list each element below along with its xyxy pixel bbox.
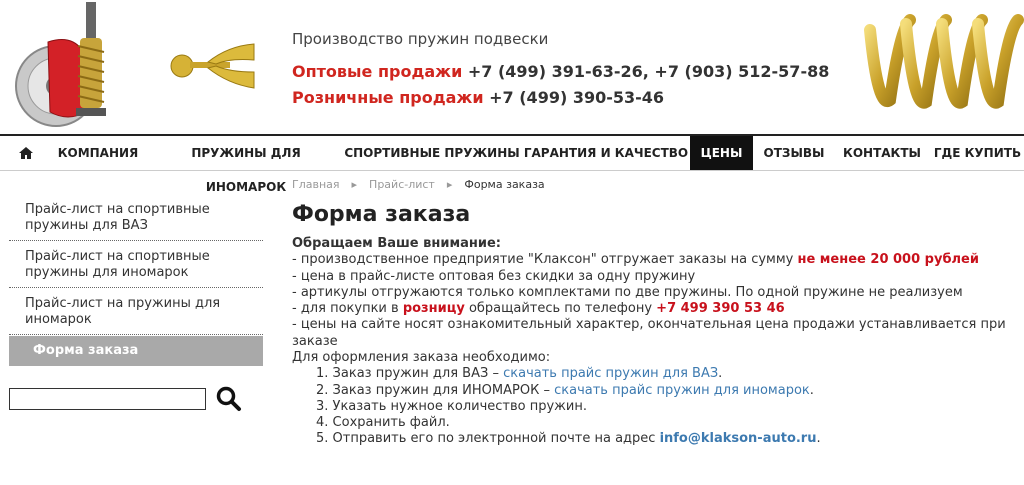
sidebar-item-foreign[interactable]: Прайс-лист на пружины для иномарок	[9, 295, 263, 335]
retail-phones: Розничные продажи +7 (499) 390-53-46	[292, 88, 664, 107]
list-item: 3. Указать нужное количество пружин.	[316, 398, 587, 414]
nav-item-prices[interactable]: Цены	[690, 136, 753, 170]
notice-line: - артикулы отгружаются только комплектам…	[292, 284, 963, 300]
nav-item-sport-springs[interactable]: Спортивные пружины	[344, 136, 520, 170]
sidebar-item-sport-foreign[interactable]: Прайс-лист на спортивные пружины для ино…	[9, 248, 263, 288]
wholesale-numbers: +7 (499) 391-63-26, +7 (903) 512-57-88	[462, 62, 830, 81]
site-tagline: Производство пружин подвески	[292, 30, 549, 48]
page-title: Форма заказа	[292, 202, 471, 227]
horn-logo	[170, 43, 255, 89]
nav-item-company[interactable]: Компания	[50, 136, 146, 170]
nav-item-contacts[interactable]: Контакты	[835, 136, 929, 170]
search-input[interactable]	[9, 388, 206, 410]
nav-item-foreign-springs[interactable]: Пружины для иномарок	[150, 136, 342, 194]
step-text: 1. Заказ пружин для ВАЗ –	[316, 366, 504, 382]
list-item: 5. Отправить его по электронной почте на…	[292, 431, 1012, 447]
home-icon[interactable]	[18, 145, 34, 161]
step-text: .	[809, 382, 814, 398]
wholesale-phones: Оптовые продажи +7 (499) 391-63-26, +7 (…	[292, 62, 829, 81]
notice-text: - для покупки в	[292, 301, 403, 317]
breadcrumb-pricelist[interactable]: Прайс-лист	[369, 178, 435, 191]
nav-item-reviews[interactable]: Отзывы	[755, 136, 833, 170]
step-text: 5. Отправить его по электронной почте на…	[316, 431, 660, 447]
search-icon[interactable]	[216, 386, 242, 412]
download-foreign-pricelist-link[interactable]: скачать прайс пружин для иномарок	[554, 383, 810, 398]
nav-item-warranty[interactable]: Гарантия и качество	[522, 136, 690, 170]
site-header: Производство пружин подвески Оптовые про…	[0, 0, 1024, 136]
breadcrumb-current: Форма заказа	[464, 178, 545, 191]
spring-image	[864, 14, 1024, 109]
breadcrumb: Главная ▸ Прайс-лист ▸ Форма заказа	[292, 178, 545, 191]
breadcrumb-separator: ▸	[446, 178, 453, 191]
order-intro: Для оформления заказа необходимо:	[292, 350, 551, 365]
order-email-link[interactable]: info@klakson-auto.ru	[660, 431, 817, 446]
step-text: 2. Заказ пружин для ИНОМАРОК –	[316, 382, 555, 398]
notice-heading: Обращаем Ваше внимание:	[292, 236, 501, 251]
list-item: 4. Сохранить файл.	[316, 415, 450, 431]
order-steps: Для оформления заказа необходимо: 1. Зак…	[292, 350, 1012, 448]
brake-shock-logo[interactable]	[8, 2, 130, 130]
list-item: 1. Заказ пружин для ВАЗ – скачать прайс …	[292, 366, 1012, 382]
main-nav: Компания Пружины для иномарок Спортивные…	[0, 134, 1024, 194]
step-text: .	[816, 431, 821, 447]
sidebar-item-order-form[interactable]: Форма заказа	[9, 336, 263, 366]
notice-line: - цены на сайте носят ознакомительный ха…	[292, 317, 1006, 349]
notice-text: - производственное предприятие "Клаксон"…	[292, 252, 798, 268]
retail-phone: +7 499 390 53 46	[656, 301, 785, 317]
notice-line: - производственное предприятие "Клаксон"…	[292, 252, 1012, 268]
nav-item-where-to-buy[interactable]: Где купить	[931, 136, 1024, 170]
retail-emphasis: розницу	[402, 301, 465, 317]
min-order-amount: не менее 20 000 рублей	[797, 252, 979, 268]
retail-label: Розничные продажи	[292, 88, 484, 107]
step-text: .	[718, 366, 723, 382]
retail-numbers: +7 (499) 390-53-46	[483, 88, 665, 107]
sidebar-item-sport-vaz[interactable]: Прайс-лист на спортивные пружины для ВАЗ	[9, 201, 263, 241]
notice-text: обращайтесь по телефону	[464, 301, 657, 317]
notice-line: - для покупки в розницу обращайтесь по т…	[292, 301, 1012, 317]
download-vaz-pricelist-link[interactable]: скачать прайс пружин для ВАЗ	[503, 366, 718, 381]
notice-block: Обращаем Ваше внимание: - производственн…	[292, 236, 1012, 350]
list-item: 2. Заказ пружин для ИНОМАРОК – скачать п…	[292, 383, 1012, 399]
notice-line: - цена в прайс-листе оптовая без скидки …	[292, 268, 696, 284]
breadcrumb-home[interactable]: Главная	[292, 178, 340, 191]
breadcrumb-separator: ▸	[351, 178, 358, 191]
wholesale-label: Оптовые продажи	[292, 62, 463, 81]
